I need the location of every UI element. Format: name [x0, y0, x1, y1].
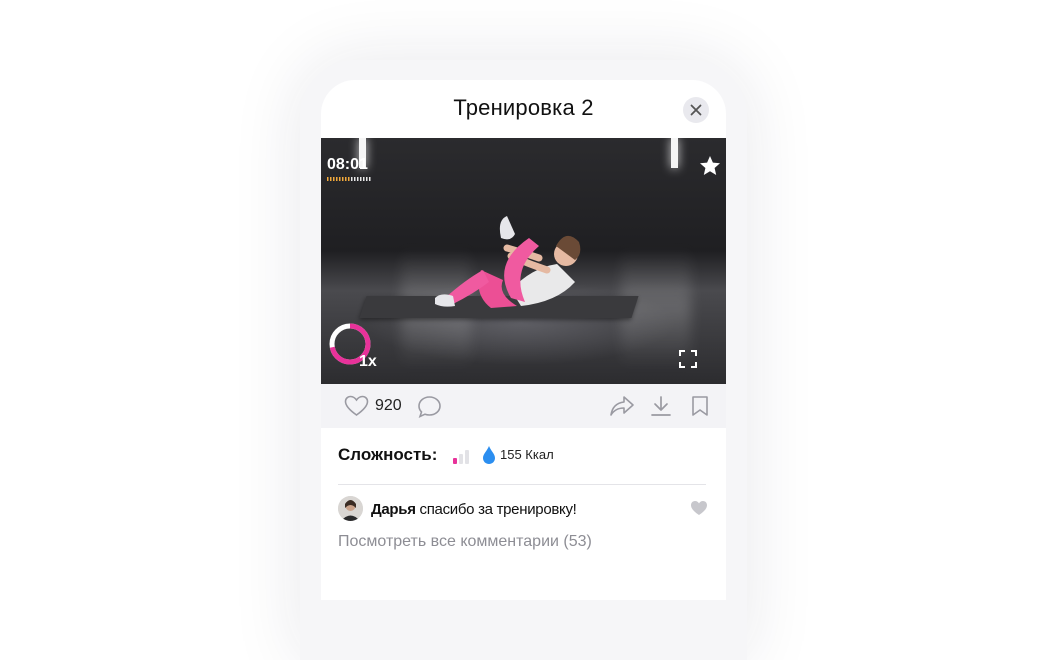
timer-progress-fill: [327, 177, 352, 181]
video-player[interactable]: 08:01 1x: [321, 138, 726, 384]
action-bar: 920: [321, 384, 726, 428]
video-athlete-image: [435, 216, 581, 308]
comment-button[interactable]: [417, 395, 442, 424]
studio-light: [671, 138, 678, 168]
close-icon: [690, 104, 702, 116]
favorite-button[interactable]: [698, 154, 722, 178]
divider: [338, 484, 706, 485]
like-button[interactable]: [344, 395, 369, 422]
download-button[interactable]: [650, 395, 672, 422]
likes-count: 920: [375, 397, 402, 414]
share-button[interactable]: [609, 395, 635, 422]
heart-icon: [691, 501, 707, 515]
comment-body: спасибо за тренировку!: [415, 501, 577, 518]
comment-text: Дарья спасибо за тренировку!: [371, 501, 577, 518]
calories-text: 155 Ккал: [500, 447, 554, 462]
avatar-image: [338, 496, 363, 521]
view-all-comments-link[interactable]: Посмотреть все комментарии (53): [338, 533, 592, 551]
bookmark-button[interactable]: [691, 395, 709, 422]
avatar[interactable]: [338, 496, 363, 521]
comment-like-button[interactable]: [690, 500, 708, 516]
difficulty-bar: [465, 450, 469, 464]
fullscreen-button[interactable]: [678, 349, 698, 369]
heart-icon: [344, 395, 369, 416]
close-button[interactable]: [683, 97, 709, 123]
star-icon: [700, 156, 720, 175]
workout-info-row: Сложность: 155 Ккал: [338, 444, 718, 468]
comment-author[interactable]: Дарья: [371, 501, 416, 518]
latest-comment: Дарья спасибо за тренировку!: [338, 496, 708, 524]
modal-header: Тренировка 2: [321, 80, 726, 138]
workout-modal: Тренировка 2 08:01 1x 920 Сложность: 155…: [321, 80, 726, 600]
drop-icon: [483, 446, 495, 464]
bookmark-icon: [692, 396, 708, 416]
timer-progress-bar: [327, 177, 371, 181]
comment-icon: [418, 396, 441, 418]
page-title: Тренировка 2: [453, 95, 594, 120]
fullscreen-icon: [679, 350, 697, 368]
difficulty-indicator: [453, 450, 469, 464]
difficulty-bar: [459, 454, 463, 464]
download-icon: [651, 396, 671, 416]
share-icon: [610, 396, 634, 416]
difficulty-label: Сложность:: [338, 445, 438, 464]
playback-speed-label[interactable]: 1x: [359, 353, 377, 371]
video-timer: 08:01: [327, 156, 368, 173]
difficulty-bar: [453, 458, 457, 464]
